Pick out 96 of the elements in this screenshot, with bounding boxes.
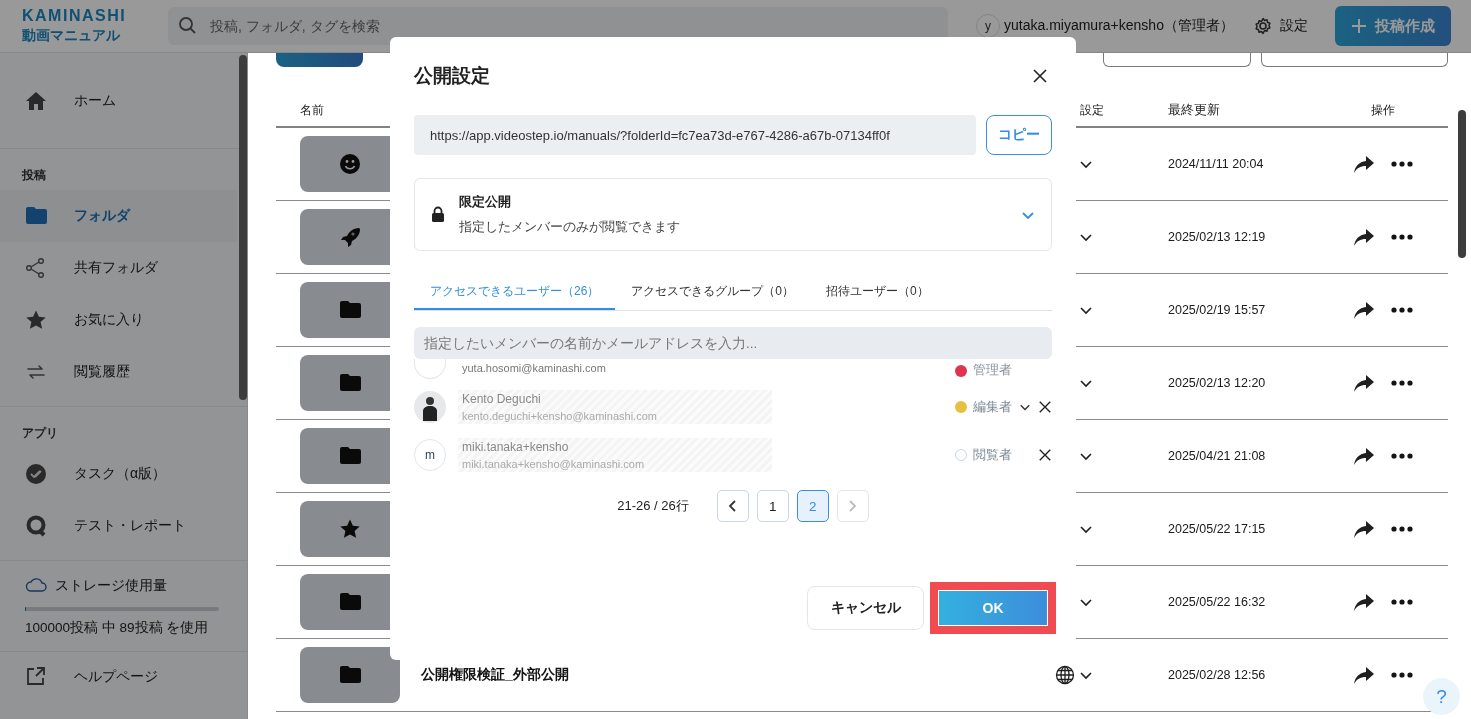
- share-arrow-icon[interactable]: [1353, 373, 1375, 393]
- check-circle-icon: [25, 463, 47, 485]
- member-name: Kento Deguchi: [462, 392, 542, 406]
- share-arrow-icon[interactable]: [1353, 665, 1375, 685]
- help-link[interactable]: ヘルプページ: [0, 652, 237, 702]
- star-icon: [339, 518, 361, 540]
- share-icon: [25, 257, 47, 279]
- updated-date: 2025/04/21 21:08: [1168, 449, 1267, 463]
- sidebar-item[interactable]: 共有フォルダ: [0, 242, 237, 294]
- close-icon[interactable]: [1038, 448, 1052, 462]
- share-arrow-icon[interactable]: [1353, 446, 1375, 466]
- folder-icon: [339, 445, 361, 467]
- role-label: 閲覧者: [973, 446, 1012, 464]
- sidebar-item[interactable]: タスク（α版）: [0, 448, 237, 500]
- folder-thumbnail[interactable]: [300, 647, 400, 703]
- column-header: 設定: [1079, 102, 1105, 119]
- url-field[interactable]: https://app.videostep.io/manuals/?folderId=fc7ea73d-e767-4286-a67b-07134ff0f: [414, 115, 976, 155]
- sidebar-item[interactable]: お気に入り: [0, 294, 237, 346]
- tab[interactable]: アクセスできるユーザー（26）: [414, 274, 616, 310]
- home-icon: [25, 89, 47, 112]
- tab[interactable]: 招待ユーザー（0）: [810, 274, 945, 310]
- share-arrow-icon[interactable]: [1353, 592, 1375, 612]
- updated-date: 2025/05/22 16:32: [1168, 595, 1267, 609]
- rocket-icon: [339, 226, 361, 248]
- help-button[interactable]: ?: [1423, 678, 1460, 715]
- sidebar-item[interactable]: テスト・レポート: [0, 500, 237, 552]
- member-email: yuta.hosomi@kaminashi.com: [462, 362, 607, 374]
- column-header: 最終更新: [1168, 102, 1221, 119]
- section-heading: 投稿: [21, 167, 47, 184]
- folder-icon: [25, 205, 47, 227]
- more-icon[interactable]: [1391, 161, 1413, 167]
- updated-date: 2024/11/11 20:04: [1168, 157, 1265, 171]
- more-icon[interactable]: [1391, 599, 1413, 605]
- share-arrow-icon[interactable]: [1353, 154, 1375, 174]
- filter-field[interactable]: [1261, 53, 1448, 67]
- star-icon: [25, 309, 47, 331]
- tab[interactable]: アクセスできるグループ（0）: [615, 274, 811, 310]
- close-icon[interactable]: [1032, 68, 1048, 84]
- filter-field[interactable]: [1103, 53, 1251, 67]
- chevron-right-icon: [848, 499, 858, 513]
- chevron-left-icon: [728, 499, 738, 513]
- updated-date: 2025/02/13 12:19: [1168, 230, 1267, 244]
- updated-date: 2025/05/22 17:15: [1168, 522, 1267, 536]
- row-range: 21-26 / 26行: [617, 497, 689, 515]
- more-icon[interactable]: [1391, 672, 1413, 678]
- action-button[interactable]: [276, 53, 363, 67]
- sidebar-item[interactable]: フォルダ: [0, 190, 237, 242]
- share-arrow-icon[interactable]: [1353, 300, 1375, 320]
- updated-date: 2025/02/13 12:20: [1168, 376, 1267, 390]
- lock-icon: [431, 206, 445, 223]
- dialog-title: 公開設定: [414, 64, 490, 88]
- role-label: 編集者: [973, 398, 1012, 416]
- page-button[interactable]: 2: [796, 490, 829, 522]
- member-name: miki.tanaka+kensho: [462, 440, 570, 454]
- more-icon[interactable]: [1391, 380, 1413, 386]
- close-icon[interactable]: [1038, 400, 1052, 414]
- member-search-field[interactable]: 指定したいメンバーの名前かメールアドレスを入力...: [414, 327, 1052, 359]
- share-arrow-icon[interactable]: [1353, 519, 1375, 539]
- folder-icon: [339, 372, 361, 394]
- folder-icon: [339, 664, 361, 686]
- storage-label: ストレージ使用量: [55, 577, 167, 595]
- search-icon: [178, 16, 198, 36]
- external-link-icon: [25, 666, 47, 688]
- share-arrow-icon[interactable]: [1353, 227, 1375, 247]
- role-label: 管理者: [973, 362, 1012, 379]
- folder-icon: [339, 591, 361, 613]
- settings-icon: [1253, 17, 1272, 35]
- folder-name[interactable]: 公開権限検証_外部公開: [421, 666, 569, 684]
- plus-icon: [1351, 18, 1367, 34]
- sidebar-item[interactable]: ホーム: [0, 53, 239, 149]
- member-email: kento.deguchi+kensho@kaminashi.com: [462, 410, 658, 422]
- visibility-select[interactable]: 限定公開 指定したメンバーのみが閲覧できます: [414, 178, 1052, 251]
- updated-date: 2025/02/19 15:57: [1168, 303, 1267, 317]
- more-icon[interactable]: [1391, 526, 1413, 532]
- cancel-button[interactable]: キャンセル: [807, 586, 924, 630]
- more-icon[interactable]: [1391, 234, 1413, 240]
- q-letter-icon: [25, 515, 47, 537]
- smiley-icon: [339, 153, 361, 175]
- user-name: yutaka.miyamura+kensho（管理者）: [1004, 17, 1234, 35]
- brand-logo: KAMINASHI: [22, 7, 128, 25]
- more-icon[interactable]: [1391, 307, 1413, 313]
- section-heading: アプリ: [21, 425, 59, 442]
- sidebar-item[interactable]: 閲覧履歴: [0, 346, 237, 398]
- settings-link[interactable]: 設定: [1253, 17, 1308, 35]
- more-icon[interactable]: [1391, 453, 1413, 459]
- storage-usage: 100000投稿 中 89投稿 を使用: [25, 619, 210, 637]
- product-name: 動画マニュアル: [22, 26, 121, 45]
- updated-date: 2025/02/28 12:56: [1168, 668, 1267, 682]
- page-button[interactable]: 1: [756, 490, 789, 522]
- folder-icon: [339, 299, 361, 321]
- previous-page-button[interactable]: [716, 490, 749, 522]
- copy-button[interactable]: コピー: [986, 115, 1052, 155]
- column-header: 操作: [1370, 102, 1396, 119]
- column-header: 名前: [299, 102, 325, 119]
- avatar-icon: [414, 391, 446, 423]
- member-email: miki.tanaka+kensho@kaminashi.com: [462, 458, 646, 470]
